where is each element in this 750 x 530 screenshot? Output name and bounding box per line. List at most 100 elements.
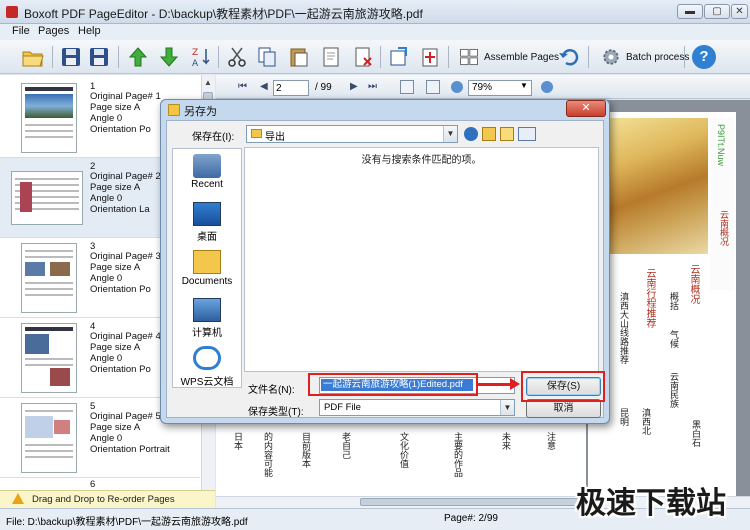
thumb-orientation: Orientation Po [90,124,151,135]
batch-process-button[interactable]: Batch process [596,44,693,70]
thumb-page-size: Page size A [90,182,141,193]
recent-icon[interactable] [193,154,221,178]
cut-icon[interactable] [224,44,250,70]
document-text: 滇西北 [641,408,651,435]
crop-page-icon[interactable] [417,44,443,70]
dialog-close-button[interactable]: ✕ [566,100,606,117]
assemble-pages-button[interactable]: Assemble Pages [454,44,563,70]
toolbar-separator [218,46,219,68]
assemble-pages-label: Assemble Pages [484,51,560,63]
thumb-original-page: Original Page# 1 [90,91,161,102]
place-documents[interactable]: Documents [172,276,242,287]
thumb-orientation: Orientation Po [90,364,151,375]
status-file-path: File: D:\backup\教程素材\PDF\一起游云南旅游攻略.pdf [6,517,248,528]
svg-text:A: A [192,59,199,69]
save-highlight [521,371,605,402]
thumb-page-size: Page size A [90,422,141,433]
computer-icon[interactable] [193,298,221,322]
document-text: 目前版本 [301,432,311,468]
thumb-angle: Angle 0 [90,433,123,444]
move-up-icon[interactable] [125,44,151,70]
close-button[interactable]: ✕ [731,4,748,19]
up-folder-icon[interactable] [482,127,496,141]
filetype-select[interactable]: PDF File [319,399,515,416]
place-wps-cloud[interactable]: WPS云文档 [172,373,242,388]
last-page-icon[interactable]: ⏭ [368,81,377,92]
thumb-page-size: Page size A [90,342,141,353]
document-text: 云南民族 [669,372,679,408]
scroll-up-icon[interactable]: ▲ [204,78,212,87]
save-icon[interactable] [58,44,84,70]
filename-label: 文件名(N): [248,385,295,396]
save-in-combo[interactable]: 导出 [246,125,458,143]
fit-page-icon[interactable] [426,80,440,94]
rotate-page-icon[interactable] [386,44,412,70]
warning-icon [12,493,24,504]
first-page-icon[interactable]: ⏮ [238,81,247,92]
next-page-icon[interactable]: ▶ [350,81,358,92]
documents-icon[interactable] [193,250,221,274]
undo-icon[interactable] [556,44,582,70]
menu-help[interactable]: Help [78,25,101,37]
document-text: 昆明 [619,408,629,426]
thumb-original-page: Original Page# 2 [90,171,161,182]
toolbar-separator [118,46,119,68]
insert-page-icon[interactable] [318,44,344,70]
place-desktop[interactable]: 桌面 [172,228,242,243]
menu-pages[interactable]: Pages [38,25,69,37]
open-folder-icon[interactable] [20,44,46,70]
document-text: 的内容可能 [263,432,273,477]
desktop-icon[interactable] [193,202,221,226]
page-number-input[interactable] [273,80,309,96]
maximize-button[interactable]: ▢ [704,4,730,19]
thumb-page-size: Page size A [90,102,141,113]
thumb-angle: Angle 0 [90,193,123,204]
batch-process-label: Batch process [626,51,690,63]
place-recent[interactable]: Recent [172,179,242,190]
svg-text:Z: Z [192,48,198,58]
thumb-number: 6 [90,479,96,490]
zoom-out-icon[interactable] [451,81,463,93]
menu-file[interactable]: File [12,25,30,37]
help-icon[interactable]: ? [692,45,716,69]
document-text: 主要的作品 [453,432,463,477]
zoom-in-icon[interactable] [541,81,553,93]
new-folder-icon[interactable] [500,127,514,141]
delete-page-icon[interactable] [350,44,376,70]
file-list[interactable] [244,147,599,372]
cloud-icon[interactable] [193,346,221,370]
document-text: 注意 [546,432,556,450]
fit-width-icon[interactable] [400,80,414,94]
thumb-original-page: Original Page# 3 [90,251,161,262]
save-in-label: 保存在(I): [192,132,235,143]
copy-icon[interactable] [254,44,280,70]
document-text: 未来 [501,432,511,450]
paste-icon[interactable] [286,44,312,70]
chevron-down-icon[interactable]: ▼ [443,126,457,142]
document-green-text: P9ITt.Nuw [716,124,726,167]
thumbnail-row[interactable]: 6 [0,478,200,490]
back-icon[interactable] [464,127,478,141]
dialog-title: 另存为 [184,106,217,118]
status-page-number: Page#: 2/99 [444,513,498,524]
minimize-button[interactable]: ▬ [677,4,703,19]
prev-page-icon[interactable]: ◀ [260,81,268,92]
chevron-down-icon[interactable]: ▼ [520,81,528,90]
thumb-angle: Angle 0 [90,273,123,284]
thumb-orientation: Orientation La [90,204,150,215]
move-down-icon[interactable] [156,44,182,70]
watermark-logo: 极速下载站 [576,486,726,521]
place-computer[interactable]: 计算机 [172,324,242,339]
chevron-down-icon[interactable]: ▼ [500,400,514,415]
toolbar-separator [588,46,589,68]
document-text: 老自己 [341,432,351,459]
sort-icon[interactable]: ZA [188,44,214,70]
toolbar-separator [52,46,53,68]
view-menu-icon[interactable] [518,127,536,141]
thumb-angle: Angle 0 [90,113,123,124]
page-thumbnail [22,404,76,472]
document-small-heading: 云南概况 [719,210,729,246]
horizontal-scroll-thumb[interactable] [360,498,600,506]
thumb-orientation: Orientation Po [90,284,151,295]
save-as-icon[interactable] [86,44,112,70]
